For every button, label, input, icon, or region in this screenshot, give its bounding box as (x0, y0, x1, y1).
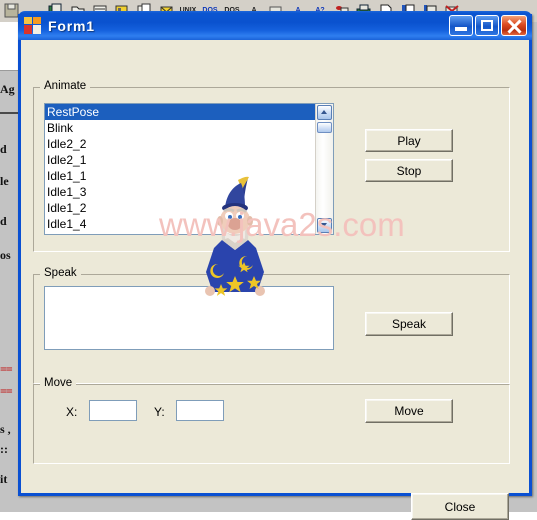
play-button[interactable]: Play (365, 129, 453, 152)
scroll-down-icon[interactable] (317, 218, 332, 233)
code-fragment: == (0, 362, 13, 376)
list-item[interactable]: Idle1_4 (45, 216, 315, 232)
maximize-button[interactable] (475, 15, 499, 36)
scrollbar-thumb[interactable] (317, 122, 332, 133)
list-item[interactable]: Idle1_3 (45, 184, 315, 200)
list-item[interactable]: Idle1_1 (45, 168, 315, 184)
code-fragment: os (0, 248, 11, 262)
move-group-label: Move (40, 377, 77, 389)
code-fragment: :: (0, 442, 8, 456)
code-fragment: d (0, 142, 7, 156)
close-button[interactable]: Close (411, 493, 509, 520)
code-fragment: Ag (0, 82, 15, 96)
list-item[interactable]: Blink (45, 120, 315, 136)
speak-textbox[interactable] (44, 286, 334, 350)
minimize-button[interactable] (449, 15, 473, 36)
code-fragment: s , (0, 422, 11, 436)
vb-form-icon (24, 17, 41, 34)
move-x-label: X: (66, 405, 78, 419)
move-groupbox: Move (33, 377, 510, 464)
move-y-label: Y: (154, 405, 165, 419)
close-window-button[interactable] (501, 15, 527, 36)
animate-group-label: Animate (40, 80, 91, 92)
move-y-input[interactable] (177, 401, 223, 420)
list-item[interactable]: Idle2_2 (45, 136, 315, 152)
speak-group-label: Speak (40, 267, 81, 279)
list-item[interactable]: Idle1_2 (45, 200, 315, 216)
list-item[interactable]: RestPose (45, 104, 315, 120)
code-fragment: le (0, 174, 9, 188)
scroll-up-icon[interactable] (317, 105, 332, 120)
code-fragment: == (0, 384, 13, 398)
move-x-input[interactable] (90, 401, 136, 420)
speak-button[interactable]: Speak (365, 312, 453, 336)
window-title: Form1 (48, 17, 95, 34)
speak-input[interactable] (45, 287, 333, 349)
list-item[interactable]: Idle2_1 (45, 152, 315, 168)
caption-buttons (449, 15, 527, 36)
title-bar[interactable]: Form1 (18, 11, 532, 40)
code-fragment: d (0, 214, 7, 228)
animate-listbox-items: RestPose Blink Idle2_2 Idle2_1 Idle1_1 I… (45, 104, 315, 234)
stop-button[interactable]: Stop (365, 159, 453, 182)
form-client-area: Animate RestPose Blink Idle2_2 Idle2_1 I… (21, 40, 529, 520)
animate-listbox[interactable]: RestPose Blink Idle2_2 Idle2_1 Idle1_1 I… (44, 103, 334, 235)
move-button[interactable]: Move (365, 399, 453, 423)
move-y-field[interactable] (176, 400, 224, 421)
code-fragment: it (0, 472, 8, 486)
listbox-scrollbar[interactable] (315, 104, 333, 234)
form-window: Form1 Animate RestPose Blink Idle2_2 Idl… (18, 11, 532, 520)
move-x-field[interactable] (89, 400, 137, 421)
